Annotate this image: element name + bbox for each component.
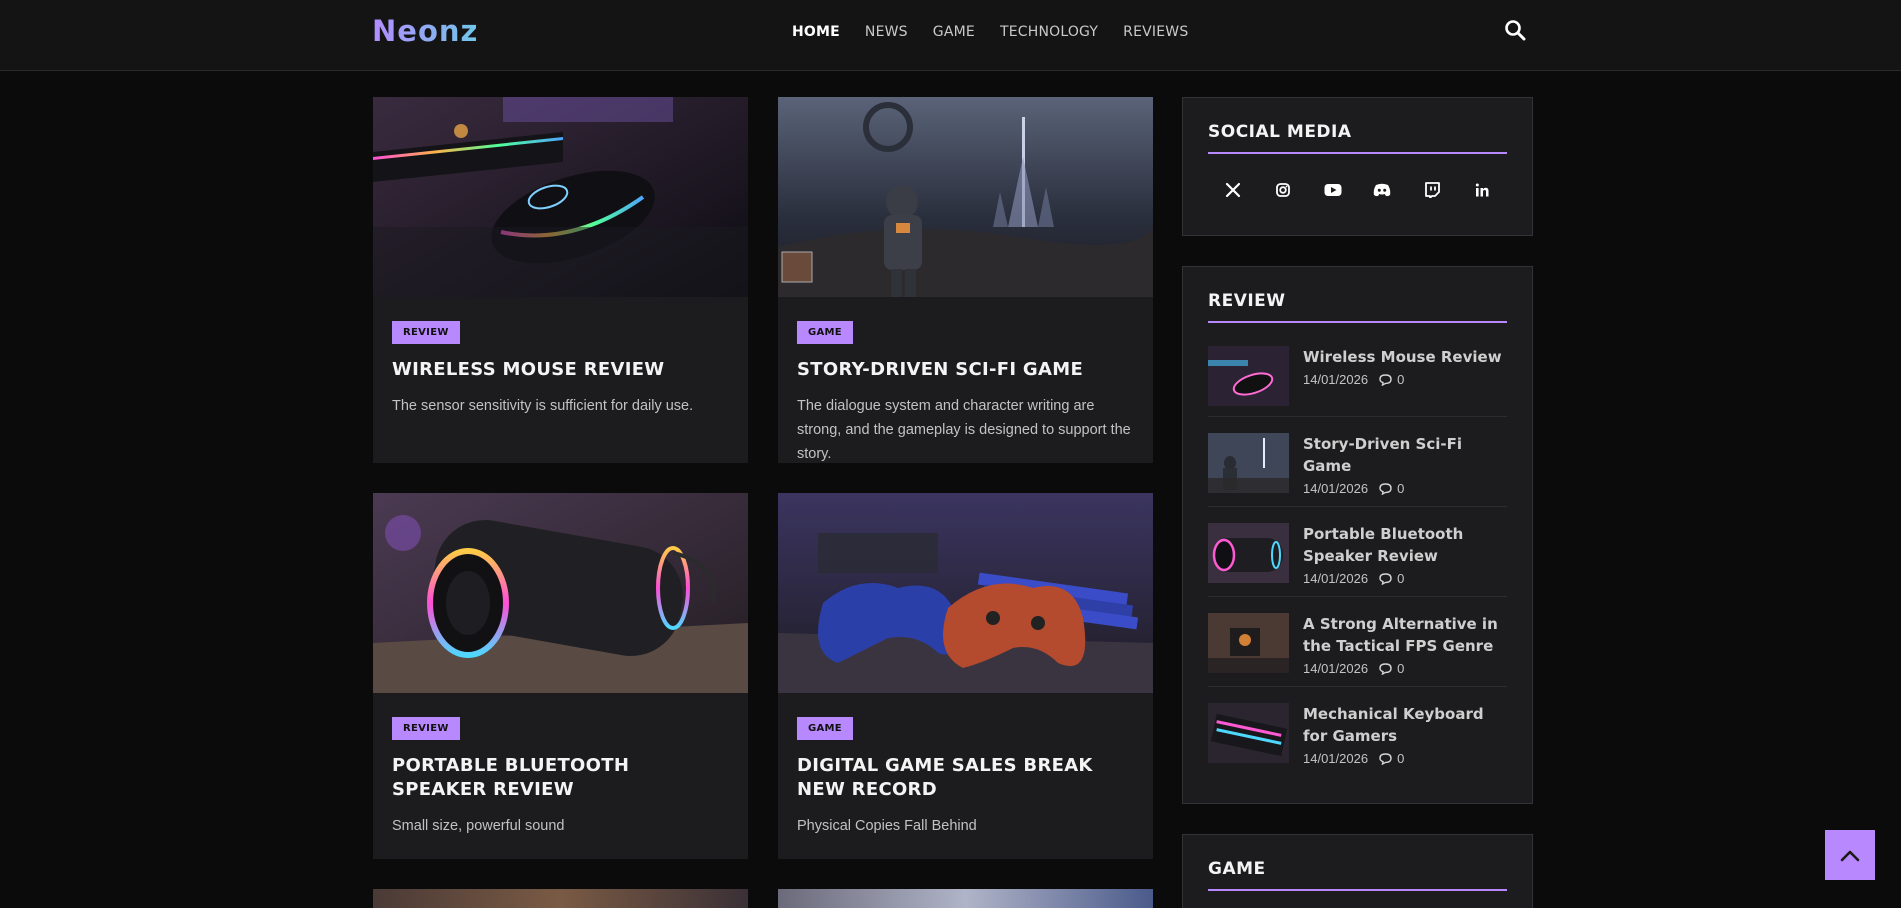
review-thumbnail[interactable] — [1208, 346, 1289, 406]
review-title[interactable]: Mechanical Keyboard for Gamers — [1303, 703, 1507, 747]
twitch-icon[interactable] — [1407, 172, 1457, 208]
search-icon[interactable] — [1504, 19, 1528, 43]
comment-icon — [1379, 662, 1392, 675]
review-title[interactable]: Portable Bluetooth Speaker Review — [1303, 523, 1507, 567]
category-badge[interactable]: GAME — [797, 717, 853, 740]
post-excerpt: The sensor sensitivity is sufficient for… — [392, 398, 694, 414]
nav-reviews[interactable]: REVIEWS — [1123, 24, 1188, 40]
review-meta: 14/01/2026 0 — [1303, 571, 1507, 586]
post-image-game-controllers[interactable] — [778, 493, 1153, 693]
post-card[interactable]: GAME DIGITAL GAME SALES BREAK NEW RECORD… — [778, 493, 1153, 859]
post-date: 14/01/2026 — [1303, 751, 1369, 766]
comment-count[interactable]: 0 — [1397, 661, 1404, 676]
review-meta: 14/01/2026 0 — [1303, 751, 1507, 766]
post-excerpt: Small size, powerful sound — [392, 818, 565, 834]
review-meta: 14/01/2026 0 — [1303, 372, 1502, 387]
game-widget: GAME — [1182, 834, 1533, 908]
social-links — [1208, 172, 1507, 208]
review-thumbnail[interactable] — [1208, 523, 1289, 583]
post-title[interactable]: DIGITAL GAME SALES BREAK NEW RECORD — [797, 754, 1134, 802]
post-image-gaming-mouse[interactable] — [373, 97, 748, 297]
post-title[interactable]: WIRELESS MOUSE REVIEW — [392, 358, 729, 382]
comment-count[interactable]: 0 — [1397, 481, 1404, 496]
list-item[interactable]: Portable Bluetooth Speaker Review 14/01/… — [1208, 517, 1507, 597]
review-meta: 14/01/2026 0 — [1303, 481, 1507, 496]
review-widget: REVIEW Wireless Mouse Review 14/01/2026 … — [1182, 266, 1533, 804]
linkedin-icon[interactable] — [1457, 172, 1507, 208]
post-image-sci-fi-astronaut[interactable] — [778, 97, 1153, 297]
post-card[interactable]: REVIEW WIRELESS MOUSE REVIEW The sensor … — [373, 97, 748, 463]
social-media-widget: SOCIAL MEDIA — [1182, 97, 1533, 236]
site-logo[interactable]: Neonz — [372, 14, 478, 48]
list-item[interactable]: Mechanical Keyboard for Gamers 14/01/202… — [1208, 697, 1507, 776]
review-title[interactable]: A Strong Alternative in the Tactical FPS… — [1303, 613, 1507, 657]
review-thumbnail[interactable] — [1208, 433, 1289, 493]
post-title[interactable]: PORTABLE BLUETOOTH SPEAKER REVIEW — [392, 754, 729, 802]
comment-icon — [1379, 752, 1392, 765]
post-title[interactable]: STORY-DRIVEN SCI-FI GAME — [797, 358, 1134, 382]
discord-icon[interactable] — [1357, 172, 1407, 208]
post-date: 14/01/2026 — [1303, 661, 1369, 676]
nav-news[interactable]: NEWS — [865, 24, 908, 40]
chevron-up-icon — [1840, 850, 1860, 862]
nav-home[interactable]: HOME — [792, 24, 840, 40]
list-item[interactable]: Story-Driven Sci-Fi Game 14/01/2026 0 — [1208, 427, 1507, 507]
youtube-icon[interactable] — [1308, 172, 1358, 208]
list-item[interactable]: A Strong Alternative in the Tactical FPS… — [1208, 607, 1507, 687]
comment-count[interactable]: 0 — [1397, 372, 1404, 387]
comment-icon — [1379, 572, 1392, 585]
comment-icon — [1379, 482, 1392, 495]
post-excerpt: Physical Copies Fall Behind — [797, 818, 977, 834]
comment-count[interactable]: 0 — [1397, 751, 1404, 766]
post-date: 14/01/2026 — [1303, 481, 1369, 496]
review-title[interactable]: Story-Driven Sci-Fi Game — [1303, 433, 1507, 477]
category-badge[interactable]: GAME — [797, 321, 853, 344]
category-badge[interactable]: REVIEW — [392, 321, 460, 344]
list-item[interactable]: Wireless Mouse Review 14/01/2026 0 — [1208, 340, 1507, 417]
widget-title: SOCIAL MEDIA — [1208, 122, 1507, 154]
post-card[interactable]: GAME STORY-DRIVEN SCI-FI GAME The dialog… — [778, 97, 1153, 463]
x-icon[interactable] — [1208, 172, 1258, 208]
widget-title: REVIEW — [1208, 291, 1507, 323]
post-date: 14/01/2026 — [1303, 372, 1369, 387]
site-header: Neonz HOME NEWS GAME TECHNOLOGY REVIEWS — [0, 0, 1901, 71]
review-list: Wireless Mouse Review 14/01/2026 0 Story… — [1208, 340, 1507, 776]
post-image-bluetooth-speaker[interactable] — [373, 493, 748, 693]
review-thumbnail[interactable] — [1208, 613, 1289, 673]
post-card-partial[interactable] — [373, 889, 748, 908]
nav-game[interactable]: GAME — [933, 24, 975, 40]
comment-count[interactable]: 0 — [1397, 571, 1404, 586]
post-card[interactable]: REVIEW PORTABLE BLUETOOTH SPEAKER REVIEW… — [373, 493, 748, 859]
post-excerpt: The dialogue system and character writin… — [797, 398, 1131, 462]
post-date: 14/01/2026 — [1303, 571, 1369, 586]
nav-technology[interactable]: TECHNOLOGY — [1000, 24, 1098, 40]
category-badge[interactable]: REVIEW — [392, 717, 460, 740]
review-meta: 14/01/2026 0 — [1303, 661, 1507, 676]
back-to-top-button[interactable] — [1825, 830, 1875, 880]
post-card-partial[interactable] — [778, 889, 1153, 908]
review-title[interactable]: Wireless Mouse Review — [1303, 346, 1502, 368]
comment-icon — [1379, 373, 1392, 386]
widget-title: GAME — [1208, 859, 1507, 891]
instagram-icon[interactable] — [1258, 172, 1308, 208]
main-nav: HOME NEWS GAME TECHNOLOGY REVIEWS — [792, 24, 1213, 40]
review-thumbnail[interactable] — [1208, 703, 1289, 763]
